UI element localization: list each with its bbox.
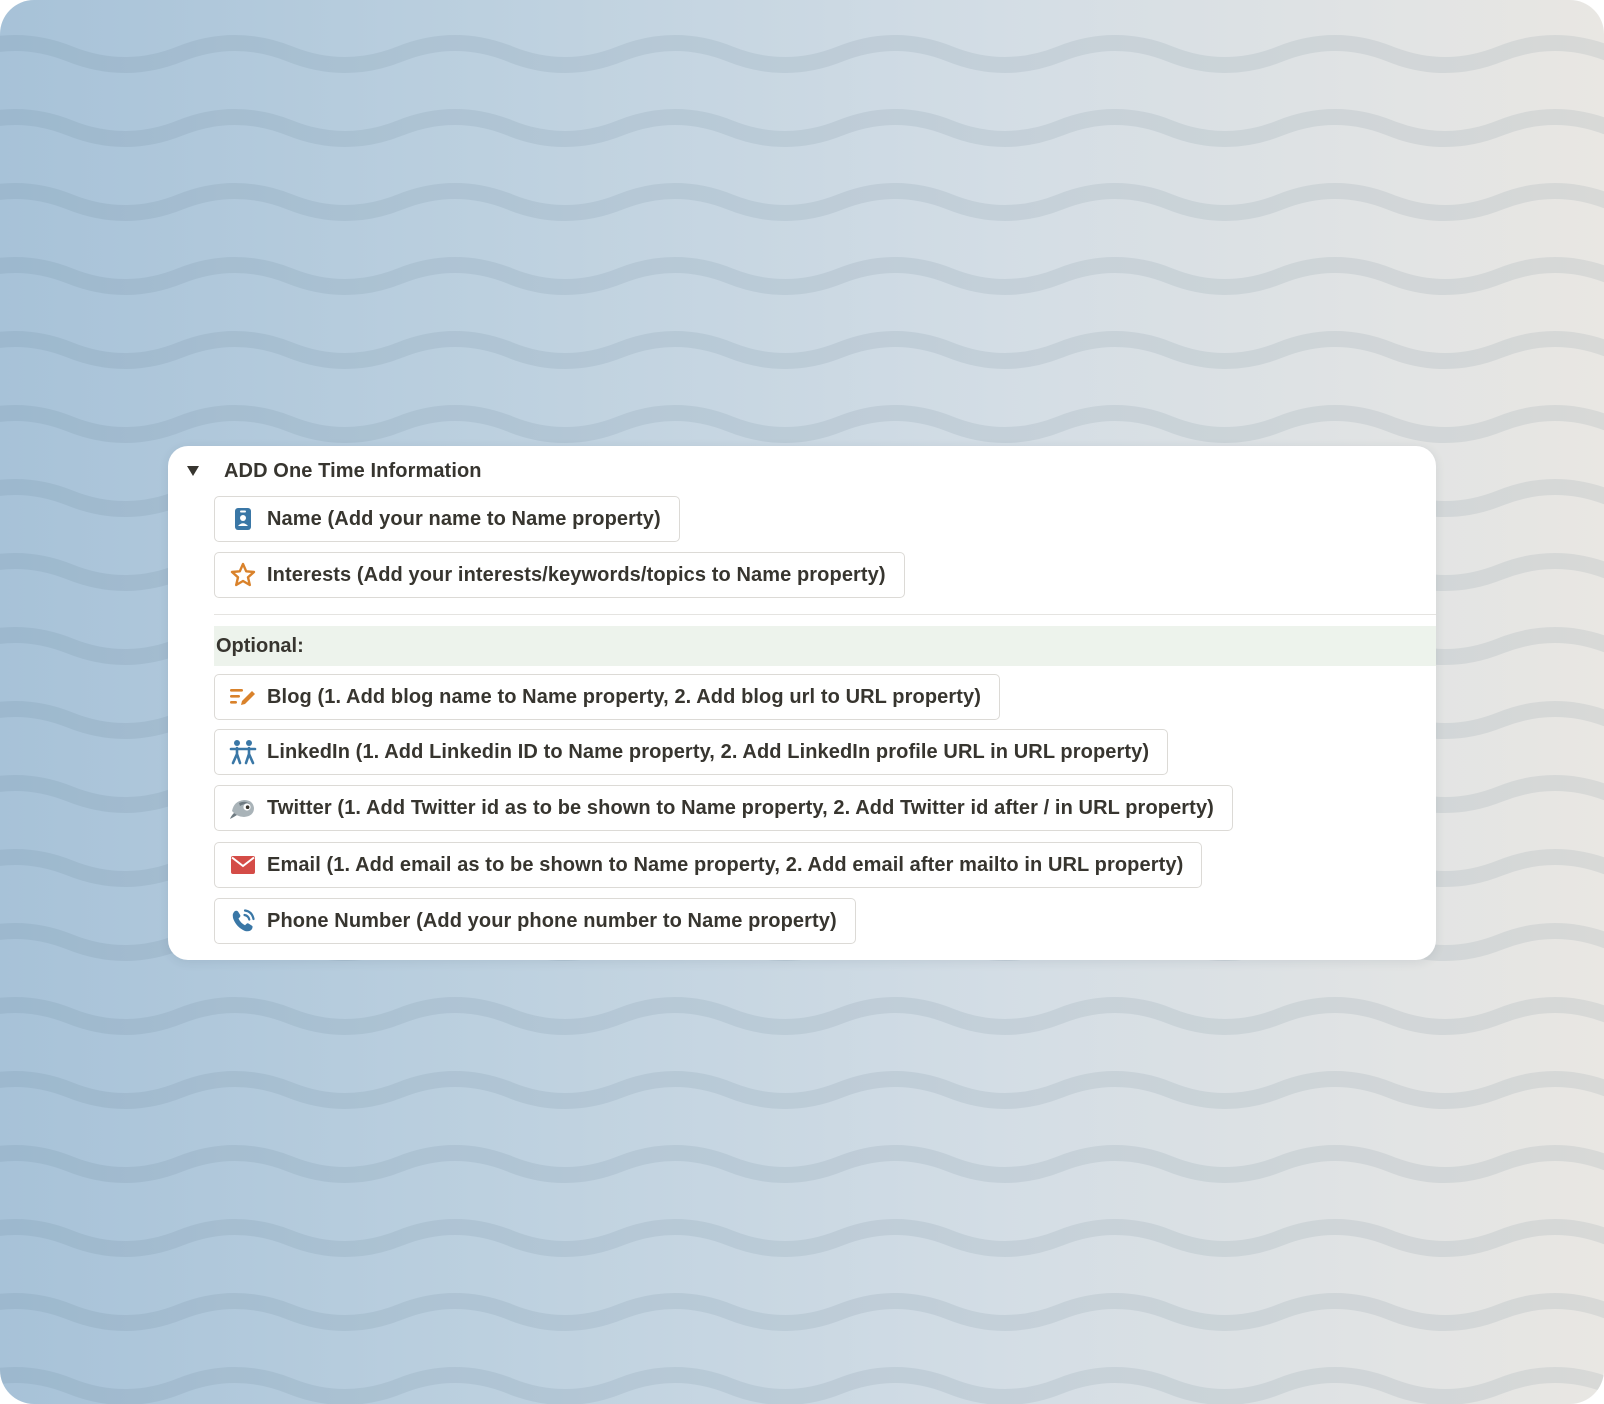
page-link-linkedin[interactable]: LinkedIn (1. Add Linkedin ID to Name pro… bbox=[214, 729, 1169, 775]
page-link-interests[interactable]: Interests (Add your interests/keywords/t… bbox=[214, 552, 905, 598]
toggle-block-card: ADD One Time Information Name (Add your … bbox=[168, 446, 1436, 960]
page-link-label: LinkedIn (1. Add Linkedin ID to Name pro… bbox=[267, 740, 1150, 763]
wave-line bbox=[0, 1367, 1604, 1404]
contact-card-icon bbox=[229, 505, 257, 533]
page-link-blog[interactable]: Blog (1. Add blog name to Name property,… bbox=[214, 674, 1000, 720]
wave-line bbox=[0, 1293, 1604, 1331]
wave-line bbox=[0, 109, 1604, 147]
page-link-email[interactable]: Email (1. Add email as to be shown to Na… bbox=[214, 842, 1203, 888]
page-link-label: Blog (1. Add blog name to Name property,… bbox=[267, 685, 981, 708]
wave-line bbox=[0, 183, 1604, 221]
optional-heading-block: Optional: bbox=[214, 626, 1436, 666]
phone-icon bbox=[229, 907, 257, 935]
page-link-label: Phone Number (Add your phone number to N… bbox=[267, 909, 837, 932]
star-icon bbox=[229, 561, 257, 589]
divider bbox=[214, 614, 1436, 615]
wave-line bbox=[0, 1071, 1604, 1109]
toggle-header: ADD One Time Information bbox=[182, 456, 482, 486]
envelope-icon bbox=[229, 851, 257, 879]
background-frame: ADD One Time Information Name (Add your … bbox=[0, 0, 1604, 1404]
bird-icon bbox=[229, 794, 257, 822]
wave-line bbox=[0, 405, 1604, 443]
page-link-twitter[interactable]: Twitter (1. Add Twitter id as to be show… bbox=[214, 785, 1233, 831]
page-link-label: Twitter (1. Add Twitter id as to be show… bbox=[267, 796, 1214, 819]
wave-line bbox=[0, 1145, 1604, 1183]
people-icon bbox=[229, 738, 257, 766]
toggle-caret-icon[interactable] bbox=[182, 460, 204, 482]
page-link-label: Email (1. Add email as to be shown to Na… bbox=[267, 853, 1184, 876]
pencil-lines-icon bbox=[229, 683, 257, 711]
wave-line bbox=[0, 257, 1604, 295]
wave-line bbox=[0, 35, 1604, 73]
wave-line bbox=[0, 997, 1604, 1035]
page-link-label: Interests (Add your interests/keywords/t… bbox=[267, 563, 886, 586]
page-link-name[interactable]: Name (Add your name to Name property) bbox=[214, 496, 680, 542]
optional-heading: Optional: bbox=[216, 634, 304, 657]
page-link-phone-number[interactable]: Phone Number (Add your phone number to N… bbox=[214, 898, 856, 944]
wave-line bbox=[0, 1219, 1604, 1257]
page-link-label: Name (Add your name to Name property) bbox=[267, 507, 661, 530]
wave-line bbox=[0, 331, 1604, 369]
toggle-title: ADD One Time Information bbox=[224, 459, 482, 482]
